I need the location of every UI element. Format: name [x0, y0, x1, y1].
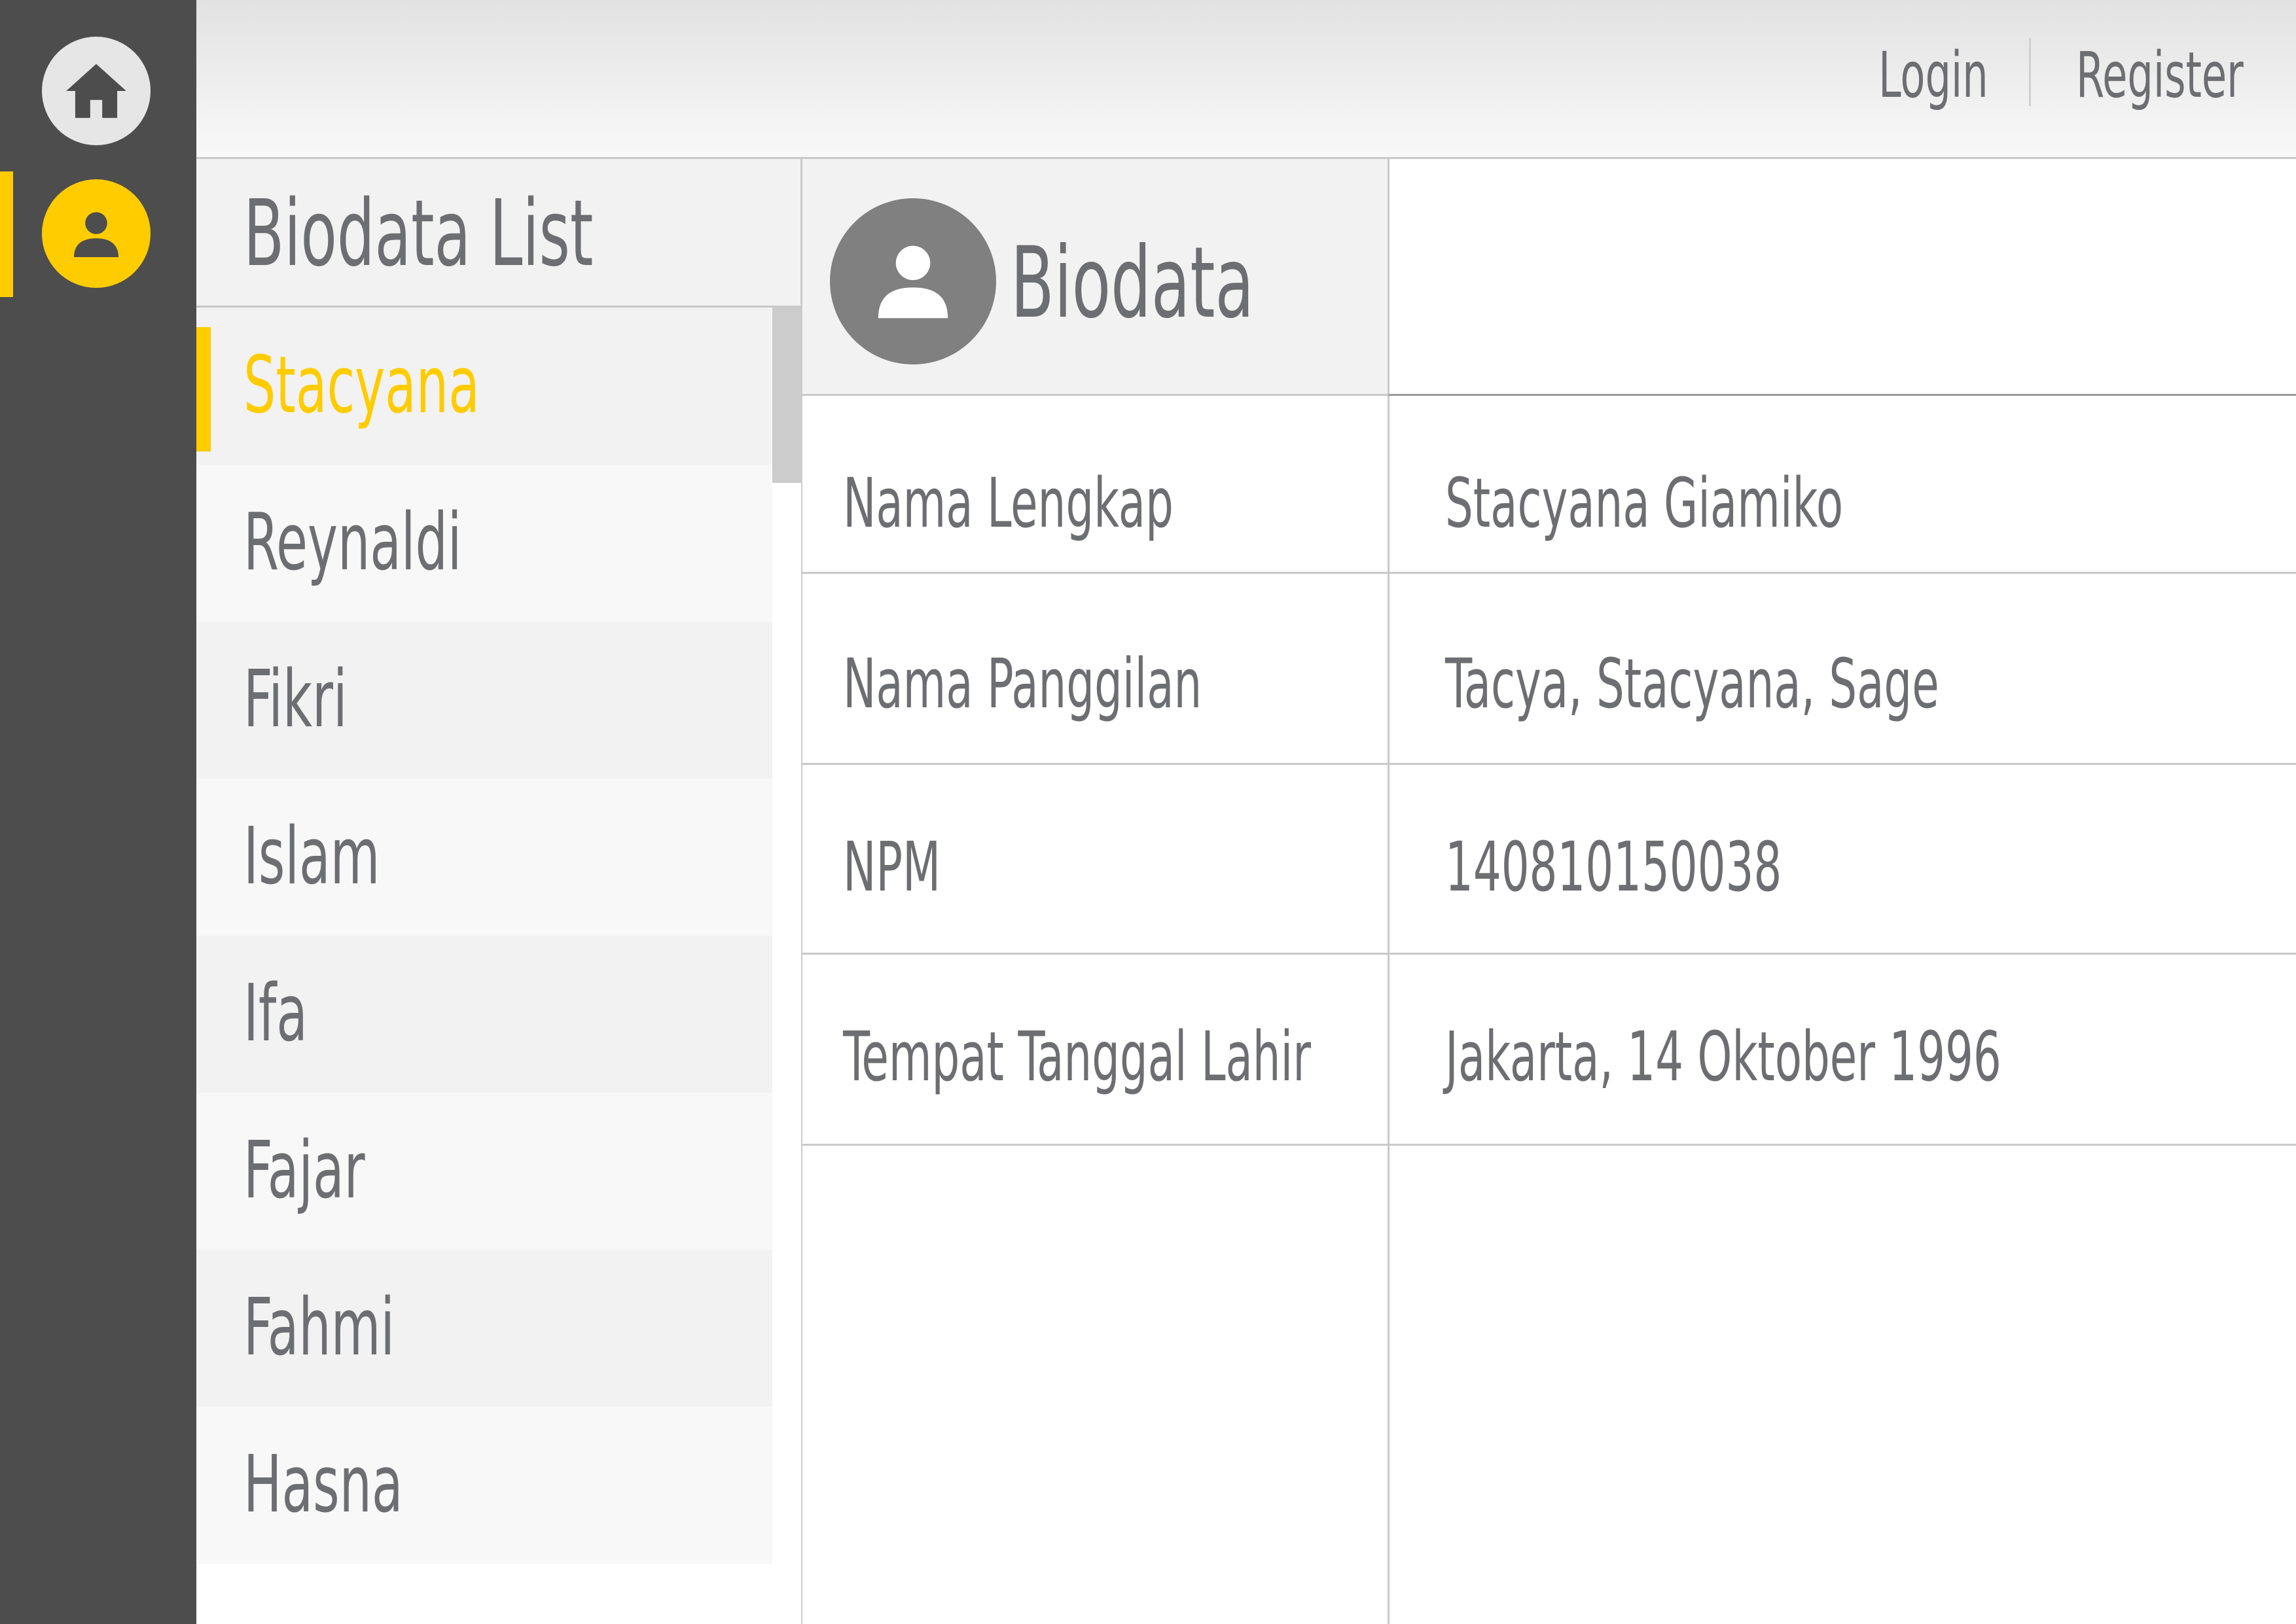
row-value: Tacya, Stacyana, Sage	[1445, 644, 1939, 724]
list-item[interactable]: Reynaldi	[196, 465, 772, 622]
list-item[interactable]: Fikri	[196, 622, 772, 779]
user-icon	[878, 245, 948, 319]
list-item[interactable]: Ifa	[196, 936, 772, 1093]
active-indicator	[0, 171, 13, 297]
login-link[interactable]: Login	[1878, 33, 1988, 118]
row-label: Tempat Tanggal Lahir	[843, 1017, 1311, 1097]
list-item[interactable]: Stacyana	[196, 308, 772, 465]
table-row: Nama Lengkap Stacyana Giamiko	[802, 396, 2296, 574]
row-value: Jakarta, 14 Oktober 1996	[1445, 1017, 2001, 1097]
header-divider	[2029, 38, 2031, 106]
row-label: Nama Lengkap	[843, 463, 1174, 543]
list-item-label: Hasna	[243, 1439, 403, 1530]
home-icon	[66, 63, 126, 118]
row-label: Nama Panggilan	[843, 644, 1202, 724]
table-row: NPM 140810150038	[802, 765, 2296, 955]
list-item-label: Fahmi	[243, 1282, 395, 1373]
list-item[interactable]: Fahmi	[196, 1250, 772, 1407]
user-icon	[74, 212, 118, 257]
sidebar	[0, 0, 196, 1624]
profile-button[interactable]	[42, 179, 151, 288]
list-item[interactable]: Hasna	[196, 1407, 772, 1564]
list-item-label: Reynaldi	[243, 497, 462, 588]
top-bar: Login Register	[196, 0, 2296, 159]
list-item-label: Ifa	[243, 968, 308, 1059]
list-item-label: Stacyana	[243, 340, 480, 431]
list-item-label: Fikri	[243, 654, 348, 745]
row-value: 140810150038	[1445, 827, 1782, 907]
list-header: Biodata List	[196, 159, 800, 308]
scrollbar-thumb[interactable]	[772, 308, 801, 483]
detail-title: Biodata	[1011, 226, 1254, 340]
row-label: NPM	[843, 827, 941, 907]
list-title: Biodata List	[243, 181, 594, 287]
list-scrollbar[interactable]	[772, 308, 801, 1624]
register-link[interactable]: Register	[2076, 33, 2244, 118]
detail-header: Biodata	[802, 159, 1388, 396]
list-item-label: Islam	[243, 811, 380, 902]
biodata-detail-panel: Biodata Nama Lengkap Stacyana Giamiko Na…	[802, 159, 2296, 1624]
list-item[interactable]: Islam	[196, 779, 772, 936]
row-value: Stacyana Giamiko	[1445, 463, 1844, 543]
table-row: Tempat Tanggal Lahir Jakarta, 14 Oktober…	[802, 955, 2296, 1146]
home-button[interactable]	[42, 37, 151, 145]
biodata-list-panel: Biodata List Stacyana Reynaldi Fikri Isl…	[196, 159, 802, 1624]
table-row: Nama Panggilan Tacya, Stacyana, Sage	[802, 574, 2296, 765]
detail-header-blank	[1388, 159, 2296, 396]
list-item-label: Fajar	[243, 1125, 365, 1216]
avatar	[830, 198, 996, 364]
list-item[interactable]: Fajar	[196, 1093, 772, 1250]
biodata-list: Stacyana Reynaldi Fikri Islam Ifa Fajar …	[196, 308, 772, 1564]
